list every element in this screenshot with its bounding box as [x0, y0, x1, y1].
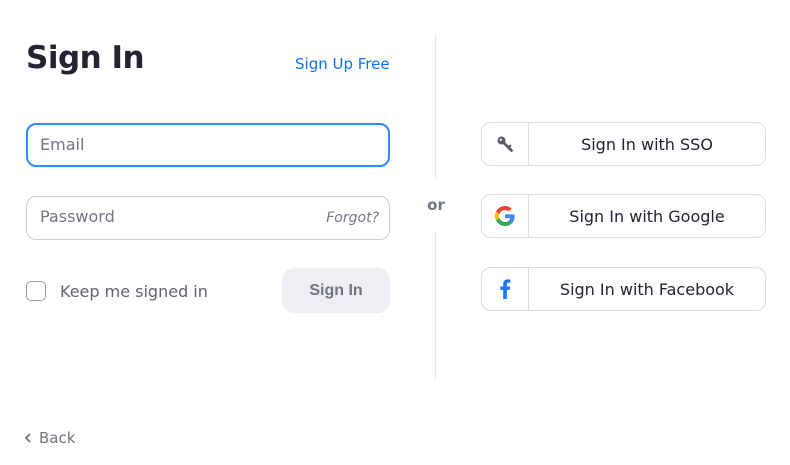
google-icon	[482, 195, 529, 237]
keep-signed-in-option[interactable]: Keep me signed in	[26, 280, 208, 302]
keep-signed-in-label: Keep me signed in	[60, 281, 208, 301]
sign-in-button[interactable]: Sign In	[282, 268, 390, 313]
facebook-label: Sign In with Facebook	[559, 279, 735, 299]
divider-line-top	[435, 34, 436, 179]
sign-up-free-link[interactable]: Sign Up Free	[295, 54, 390, 74]
keep-signed-in-checkbox[interactable]	[26, 281, 46, 301]
or-divider-label: or	[427, 196, 445, 214]
password-placeholder: Password	[40, 207, 115, 226]
sso-label: Sign In with SSO	[581, 134, 713, 154]
back-link[interactable]: Back	[24, 429, 75, 447]
divider-line-bottom	[435, 232, 436, 380]
chevron-left-icon	[24, 433, 32, 443]
email-field[interactable]: Email	[26, 123, 390, 167]
key-icon	[482, 123, 529, 165]
back-label: Back	[39, 429, 76, 447]
password-field[interactable]: Password Forgot?	[26, 196, 390, 240]
sign-in-sso-button[interactable]: Sign In with SSO	[481, 122, 766, 166]
sign-in-page: Sign In Sign Up Free Email Password Forg…	[0, 0, 790, 465]
page-title: Sign In	[26, 40, 145, 76]
email-placeholder: Email	[40, 135, 85, 154]
sign-in-facebook-button[interactable]: Sign In with Facebook	[481, 267, 766, 311]
google-label: Sign In with Google	[569, 206, 725, 226]
forgot-password-link[interactable]: Forgot?	[326, 197, 379, 239]
facebook-icon	[482, 268, 529, 310]
sign-in-google-button[interactable]: Sign In with Google	[481, 194, 766, 238]
